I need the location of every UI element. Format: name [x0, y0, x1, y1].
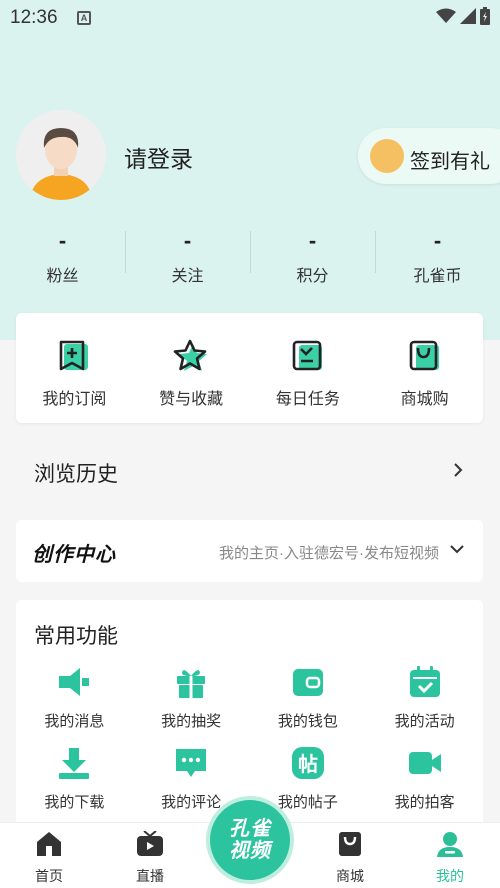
- quick-label: 商城购: [400, 391, 449, 408]
- quick-actions: 我的订阅 赞与收藏 每日任务 商城购: [16, 313, 483, 423]
- svg-text:帖: 帖: [298, 752, 318, 776]
- wifi-icon: [436, 8, 456, 23]
- checkin-button[interactable]: 签到有礼: [358, 128, 500, 184]
- post-icon: 帖: [291, 747, 324, 779]
- tab-home[interactable]: 首页: [14, 831, 84, 886]
- calendar-check-icon: [409, 666, 440, 697]
- stat-label: 积分: [296, 268, 329, 285]
- func-label: 我的消息: [44, 713, 105, 730]
- stat-fans[interactable]: - 粉丝: [0, 228, 125, 288]
- gift-icon: [177, 670, 206, 698]
- comment-icon: [176, 749, 207, 777]
- func-downloads[interactable]: 我的下载: [16, 745, 133, 812]
- signal-icon: [460, 8, 476, 24]
- stat-label: 关注: [171, 268, 204, 285]
- wallet-icon: [292, 669, 323, 696]
- tab-label: 我的: [436, 868, 464, 884]
- func-label: 我的活动: [394, 713, 455, 730]
- quick-label: 赞与收藏: [159, 391, 224, 408]
- home-icon: [37, 832, 61, 856]
- avatar[interactable]: [16, 110, 106, 200]
- quick-subscribe[interactable]: 我的订阅: [16, 313, 133, 423]
- battery-icon: [480, 7, 490, 25]
- quick-label: 每日任务: [275, 391, 340, 408]
- notification-badge-icon: A: [77, 11, 91, 25]
- tab-label: 直播: [136, 868, 164, 884]
- person-icon: [437, 832, 463, 857]
- video-camera-icon: [408, 752, 441, 774]
- quick-likes[interactable]: 赞与收藏: [133, 313, 250, 423]
- quick-label: 我的订阅: [42, 391, 107, 408]
- star-icon: [173, 339, 208, 371]
- shopping-bag-icon: [339, 832, 361, 856]
- func-label: 我的下载: [44, 794, 105, 811]
- browsing-history-row[interactable]: 浏览历史: [16, 440, 483, 500]
- bookmark-plus-icon: [60, 340, 89, 371]
- checkin-label: 签到有礼: [410, 151, 490, 173]
- stat-value: -: [308, 228, 317, 253]
- functions-grid: 我的消息 我的抽奖 我的钱包 我的活动 我的下载 我的评论 帖 我的帖子 我的拍…: [16, 664, 483, 812]
- user-stats: - 粉丝 - 关注 - 积分 - 孔雀币: [0, 228, 500, 288]
- tab-live[interactable]: 直播: [115, 830, 185, 886]
- download-icon: [59, 748, 90, 779]
- stat-value: -: [433, 228, 442, 253]
- checkin-gift-icon: [370, 139, 404, 173]
- func-messages[interactable]: 我的消息: [16, 664, 133, 731]
- tab-label: 首页: [35, 868, 63, 884]
- tab-label: 商城: [336, 868, 364, 884]
- stat-coins[interactable]: - 孔雀币: [375, 228, 500, 288]
- status-time: 12:36: [10, 7, 58, 28]
- func-lottery[interactable]: 我的抽奖: [133, 664, 250, 731]
- status-bar: 12:36 A: [0, 0, 500, 36]
- func-label: 我的拍客: [394, 794, 455, 811]
- peacock-video-logo: 孔雀 视频: [210, 818, 290, 862]
- func-label: 我的抽奖: [161, 713, 222, 730]
- stat-label: 粉丝: [46, 268, 79, 285]
- chevron-down-icon: [450, 545, 464, 554]
- chevron-right-icon: [454, 463, 463, 477]
- tab-mine[interactable]: 我的: [415, 831, 485, 886]
- func-label: 我的钱包: [277, 713, 338, 730]
- func-activities[interactable]: 我的活动: [366, 664, 483, 731]
- shopping-bag-icon: [409, 340, 439, 371]
- stat-following[interactable]: - 关注: [125, 228, 250, 288]
- stat-value: -: [58, 228, 67, 253]
- tab-mall[interactable]: 商城: [315, 831, 385, 886]
- peacock-video-button[interactable]: 孔雀 视频: [206, 796, 294, 884]
- stat-points[interactable]: - 积分: [250, 228, 375, 288]
- status-icons: [436, 7, 490, 25]
- task-icon: [292, 340, 322, 371]
- stat-value: -: [183, 228, 192, 253]
- message-icon: [59, 668, 90, 696]
- creator-center-logo: 创作中心: [32, 544, 116, 566]
- tv-icon: [137, 830, 163, 856]
- history-title: 浏览历史: [34, 463, 118, 486]
- creator-center-description: 我的主页·入驻德宏号·发布短视频: [219, 545, 439, 562]
- stat-label: 孔雀币: [413, 268, 462, 285]
- quick-tasks[interactable]: 每日任务: [250, 313, 367, 423]
- quick-mall[interactable]: 商城购: [366, 313, 483, 423]
- peacock-video-line2: 视频: [229, 840, 271, 862]
- func-wallet[interactable]: 我的钱包: [250, 664, 367, 731]
- functions-title: 常用功能: [34, 625, 118, 648]
- user-avatar-icon: [16, 110, 106, 200]
- creator-center-card[interactable]: 创作中心 我的主页·入驻德宏号·发布短视频: [16, 520, 483, 582]
- login-prompt[interactable]: 请登录: [124, 140, 193, 174]
- func-reporter[interactable]: 我的拍客: [366, 745, 483, 812]
- peacock-video-line1: 孔雀: [229, 818, 271, 840]
